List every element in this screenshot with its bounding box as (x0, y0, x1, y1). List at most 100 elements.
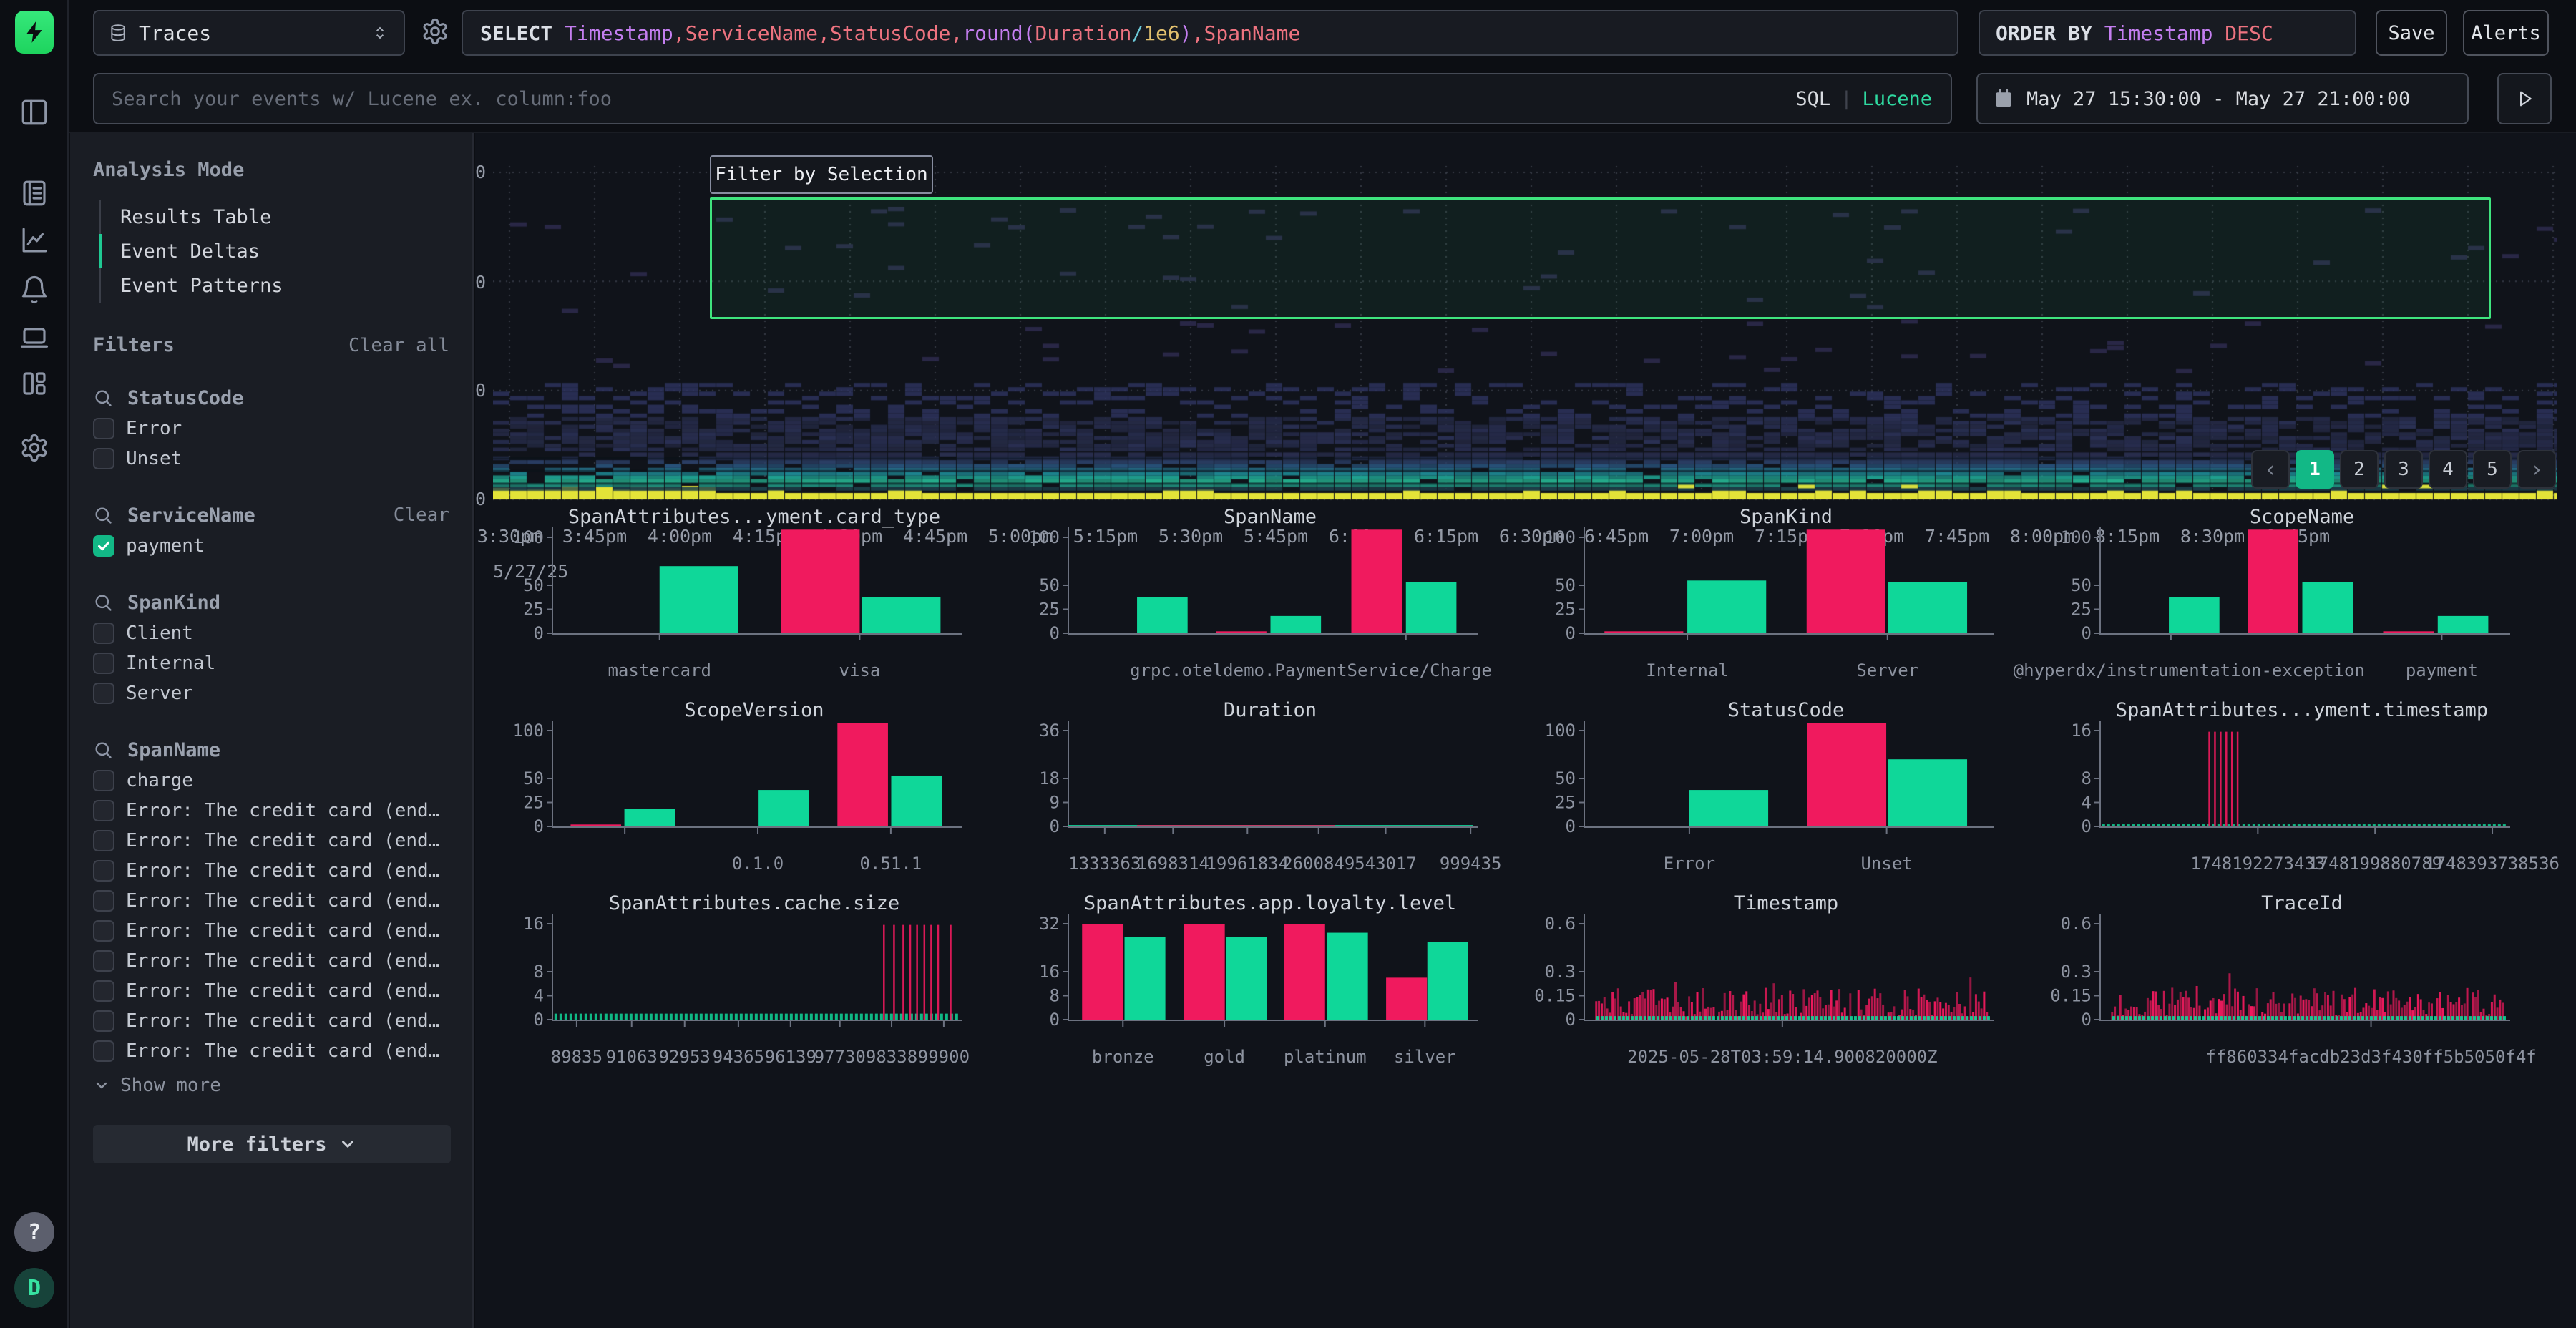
svg-text:SpanName: SpanName (1224, 506, 1317, 528)
alerts-button[interactable]: Alerts (2463, 10, 2549, 56)
bell-icon[interactable] (19, 275, 49, 305)
checkbox-unchecked[interactable] (93, 653, 114, 674)
top-toolbar: Traces SELECT Timestamp,ServiceName,Stat… (69, 0, 2576, 66)
checkbox-checked[interactable] (93, 535, 114, 557)
source-select[interactable]: Traces (93, 10, 405, 56)
checkbox-unchecked[interactable] (93, 830, 114, 851)
svg-text:100: 100 (513, 527, 544, 547)
svg-text:ff860334facdb23d3f430ff5b5050f: ff860334facdb23d3f430ff5b5050f4f (2205, 1047, 2536, 1067)
mini-chart-spanattributes-cache-size[interactable]: SpanAttributes.cache.size048168983591063… (487, 885, 1005, 1078)
mini-chart-statuscode[interactable]: StatusCode02550100ErrorUnset (1518, 692, 2037, 885)
svg-text:Error: Error (1664, 854, 1715, 874)
svg-text:91063: 91063 (606, 1047, 658, 1067)
source-settings-button[interactable] (421, 17, 452, 49)
heatmap-selection-region[interactable] (710, 197, 2491, 319)
filter-option[interactable]: Unset (93, 444, 449, 474)
checkbox-unchecked[interactable] (93, 622, 114, 644)
select-clause-input[interactable]: SELECT Timestamp,ServiceName,StatusCode,… (462, 10, 1958, 56)
filter-option-label: Error: The credit card (end… (126, 860, 439, 882)
filter-option[interactable]: Internal (93, 648, 449, 678)
avatar[interactable]: D (14, 1268, 54, 1308)
checkbox-unchecked[interactable] (93, 448, 114, 469)
page-next-button[interactable]: › (2517, 450, 2556, 489)
more-filters-label: More filters (187, 1133, 326, 1156)
mini-chart-spanattributes-yment-timestamp[interactable]: SpanAttributes...yment.timestamp04816174… (2034, 692, 2553, 885)
settings-icon[interactable] (19, 433, 49, 463)
mini-chart-scopename[interactable]: ScopeName02550100@hyperdx/instrumentatio… (2034, 499, 2553, 692)
filter-option[interactable]: Server (93, 678, 449, 708)
dashboard-icon[interactable] (19, 368, 49, 399)
filter-group-ServiceName: ServiceName Clear payment (93, 499, 449, 561)
search-input[interactable] (94, 88, 1795, 110)
filter-option[interactable]: Error: The credit card (end… (93, 1036, 449, 1066)
filter-option[interactable]: Error: The credit card (end… (93, 1006, 449, 1036)
sql-mode-option[interactable]: SQL (1795, 88, 1830, 110)
lucene-mode-option[interactable]: Lucene (1862, 88, 1932, 110)
filter-group-StatusCode: StatusCodeErrorUnset (93, 382, 449, 474)
filter-option[interactable]: Error: The credit card (end… (93, 856, 449, 886)
checkbox-unchecked[interactable] (93, 860, 114, 882)
filter-group-title: ServiceName (127, 504, 255, 527)
mini-chart-duration[interactable]: Duration09183613333631698314199618342600… (1002, 692, 1521, 885)
analysis-mode-event-deltas[interactable]: Event Deltas (93, 234, 449, 268)
checkbox-unchecked[interactable] (93, 950, 114, 972)
date-range-picker[interactable]: May 27 15:30:00 - May 27 21:00:00 (1976, 73, 2469, 125)
svg-text:0: 0 (1566, 1010, 1576, 1030)
mini-chart-spanattributes-app-loyalty-level[interactable]: SpanAttributes.app.loyalty.level081632br… (1002, 885, 1521, 1078)
save-button[interactable]: Save (2376, 10, 2447, 56)
mini-chart-spanname[interactable]: SpanName02550100grpc.oteldemo.PaymentSer… (1002, 499, 1521, 692)
page-button-3[interactable]: 3 (2384, 450, 2423, 489)
checkbox-unchecked[interactable] (93, 683, 114, 704)
page-button-4[interactable]: 4 (2429, 450, 2467, 489)
filter-option[interactable]: charge (93, 766, 449, 796)
filter-option[interactable]: Error: The credit card (end… (93, 796, 449, 826)
page-button-1[interactable]: 1 (2296, 450, 2334, 489)
help-button[interactable]: ? (14, 1212, 54, 1252)
filter-group-clear-link[interactable]: Clear (394, 504, 449, 526)
show-more-link[interactable]: Show more (93, 1075, 449, 1096)
checkbox-unchecked[interactable] (93, 770, 114, 791)
filter-option[interactable]: Error: The credit card (end… (93, 946, 449, 976)
checkbox-unchecked[interactable] (93, 1040, 114, 1062)
page-button-5[interactable]: 5 (2473, 450, 2512, 489)
laptop-icon[interactable] (19, 323, 49, 353)
checkbox-unchecked[interactable] (93, 920, 114, 942)
page-prev-button[interactable]: ‹ (2251, 450, 2290, 489)
filter-option[interactable]: payment (93, 531, 449, 561)
svg-text:0.15: 0.15 (1534, 986, 1576, 1006)
mini-chart-spanattributes-yment-card-type[interactable]: SpanAttributes...yment.card_type02550100… (487, 499, 1005, 692)
analysis-mode-event-patterns[interactable]: Event Patterns (93, 268, 449, 303)
checkbox-unchecked[interactable] (93, 1010, 114, 1032)
query-token: , (950, 21, 962, 45)
svg-text:1698314: 1698314 (1137, 854, 1209, 874)
clear-all-filters-link[interactable]: Clear all (348, 335, 449, 356)
filter-option[interactable]: Error: The credit card (end… (93, 976, 449, 1006)
checkbox-unchecked[interactable] (93, 800, 114, 821)
more-filters-button[interactable]: More filters (93, 1125, 451, 1163)
hyperdx-logo[interactable] (15, 11, 54, 54)
filter-option[interactable]: Error: The credit card (end… (93, 826, 449, 856)
svg-text:silver: silver (1394, 1047, 1456, 1067)
line-chart-icon[interactable] (19, 225, 49, 255)
filter-option[interactable]: Error: The credit card (end… (93, 916, 449, 946)
checkbox-unchecked[interactable] (93, 980, 114, 1002)
panel-left-icon[interactable] (19, 97, 49, 127)
svg-text:0: 0 (534, 623, 544, 643)
mini-chart-traceid[interactable]: TraceId00.150.30.6ff860334facdb23d3f430f… (2034, 885, 2553, 1078)
checkbox-unchecked[interactable] (93, 418, 114, 439)
mini-chart-scopeversion[interactable]: ScopeVersion025501000.1.00.51.1 (487, 692, 1005, 885)
mini-chart-spankind[interactable]: SpanKind02550100InternalServer (1518, 499, 2037, 692)
filter-option[interactable]: Error (93, 414, 449, 444)
run-query-button[interactable] (2497, 73, 2552, 125)
orderby-clause-input[interactable]: ORDER BY Timestamp DESC (1979, 10, 2356, 56)
analysis-mode-results-table[interactable]: Results Table (93, 200, 449, 234)
page-button-2[interactable]: 2 (2340, 450, 2379, 489)
checkbox-unchecked[interactable] (93, 890, 114, 912)
search-icon (93, 505, 113, 525)
filter-option[interactable]: Error: The credit card (end… (93, 886, 449, 916)
filter-by-selection-tooltip[interactable]: Filter by Selection (710, 155, 933, 194)
filter-option[interactable]: Client (93, 618, 449, 648)
svg-text:9: 9 (1050, 793, 1060, 813)
logbook-icon[interactable] (19, 178, 49, 208)
mini-chart-timestamp[interactable]: Timestamp00.150.30.62025-05-28T03:59:14.… (1518, 885, 2037, 1078)
